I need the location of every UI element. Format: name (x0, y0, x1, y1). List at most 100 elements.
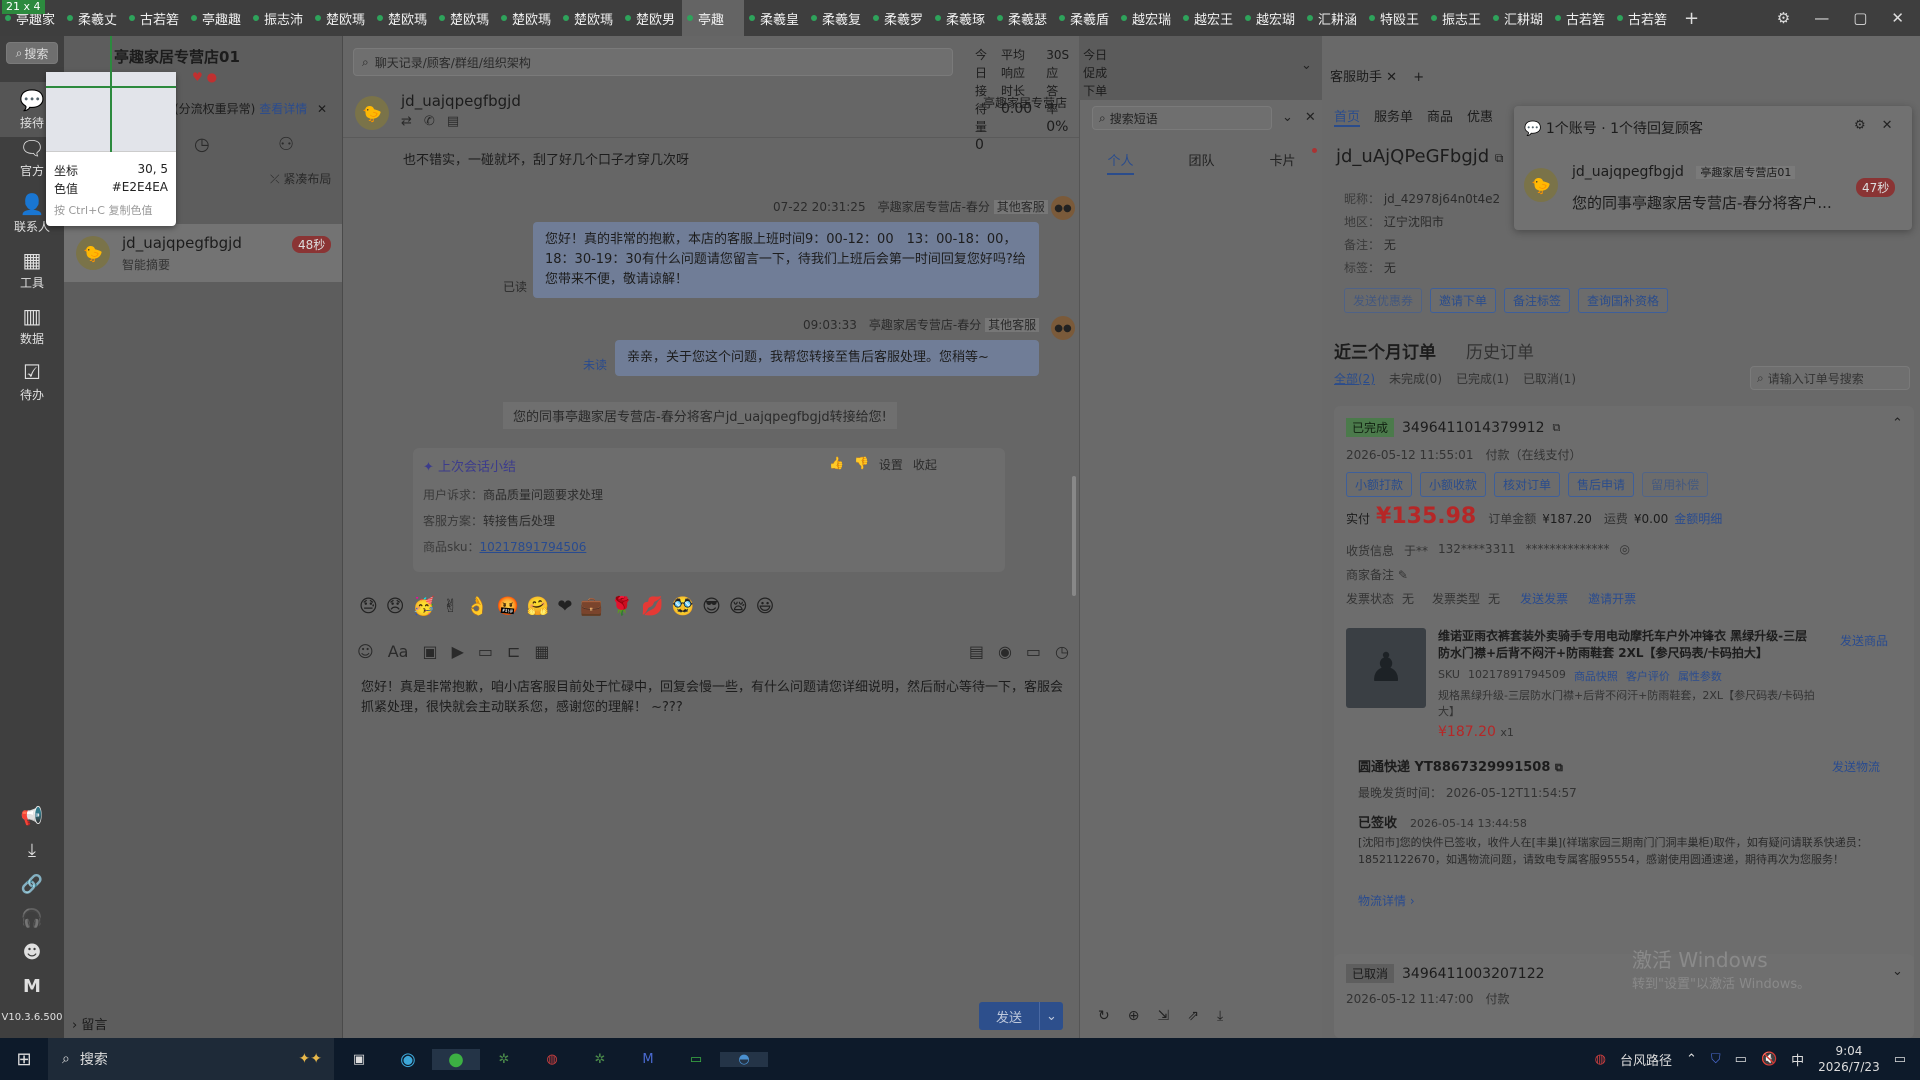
megaphone-icon[interactable]: 📢 (0, 806, 64, 827)
amount-detail-link[interactable]: 金额明细 (1674, 510, 1722, 527)
order-filter[interactable]: 已取消(1) (1523, 370, 1576, 387)
summary-settings[interactable]: 设置 (879, 456, 903, 473)
phone-icon[interactable]: ✆ (424, 114, 435, 129)
history-icon[interactable]: ◷ (194, 134, 210, 155)
app-tab[interactable]: 特殴王 (1364, 0, 1426, 36)
app-tab[interactable]: 越宏瑚 (1240, 0, 1302, 36)
close-alert-icon[interactable]: ✕ (317, 102, 327, 116)
app-tab[interactable]: 柔羲瑟 (992, 0, 1054, 36)
note-icon[interactable]: ▤ (447, 114, 459, 129)
app-m-icon[interactable]: M (624, 1052, 672, 1067)
assistant-subtab[interactable]: 首页 (1334, 106, 1361, 127)
camera-icon[interactable]: ◉ (998, 642, 1012, 661)
emoji-icon[interactable]: 🌹 (611, 596, 633, 617)
emoji-icon[interactable]: ☺ (357, 642, 374, 661)
customer-action-button[interactable]: 邀请下单 (1430, 288, 1497, 313)
order-search-input[interactable]: ⌕ 请输入订单号搜索 (1750, 366, 1910, 390)
robot-icon[interactable]: ☻ (0, 942, 64, 963)
send-button[interactable]: 发送 ⌄ (979, 1002, 1063, 1030)
app-tab[interactable]: 柔羲罗 (868, 0, 930, 36)
app-tab[interactable]: 越宏瑞 (1116, 0, 1178, 36)
m-logo-icon[interactable]: M (0, 976, 64, 997)
download-icon[interactable]: ⤓ (1217, 1008, 1223, 1024)
app-tab[interactable]: 柔羲皇 (744, 0, 806, 36)
emoji-icon[interactable]: 🤗 (527, 596, 549, 617)
app-tab[interactable]: 柔羲盾 (1054, 0, 1116, 36)
app-star-icon[interactable]: ✲ (480, 1052, 528, 1067)
send-logistics-link[interactable]: 发送物流 (1832, 758, 1880, 775)
notification-icon[interactable]: ▭ (1894, 1052, 1906, 1067)
app-tab[interactable]: 振志沛 (248, 0, 310, 36)
emoji-icon[interactable]: 🥸 (672, 596, 694, 617)
leave-message[interactable]: › 留言 (72, 1014, 107, 1033)
app-tab[interactable]: 楚欧瑪 (496, 0, 558, 36)
refresh-icon[interactable]: ↻ (1098, 1008, 1110, 1024)
global-search-input[interactable]: ⌕ 聊天记录/顾客/群组/组织架构 (353, 48, 953, 76)
customer-action-button[interactable]: 备注标签 (1504, 288, 1571, 313)
order-action-button[interactable]: 留用补偿 (1642, 472, 1709, 497)
app-tab[interactable]: 振志王 (1426, 0, 1488, 36)
calculator-icon[interactable]: ▦ (534, 642, 549, 661)
tray-up-icon[interactable]: ⌃ (1686, 1052, 1697, 1067)
app-tab[interactable]: 亭趣 (682, 0, 744, 36)
order-filter[interactable]: 已完成(1) (1456, 370, 1509, 387)
eye-icon[interactable]: ◎ (1619, 542, 1629, 559)
crop-icon[interactable]: ⊏ (507, 642, 520, 661)
app-tab[interactable]: 楚欧男 (620, 0, 682, 36)
customer-action-button[interactable]: 查询国补资格 (1578, 288, 1669, 313)
phrase-tab[interactable]: 个人 (1107, 150, 1134, 175)
emoji-icon[interactable]: 😪 (729, 596, 748, 617)
app-tab[interactable]: 古若箬 (124, 0, 186, 36)
message-input[interactable]: 您好！真是非常抱歉，咱小店客服目前处于忙碌中，回复会慢一些，有什么问题请您详细说… (361, 678, 1063, 718)
emoji-icon[interactable]: 😓 (359, 596, 378, 617)
send-product-link[interactable]: 发送商品 (1840, 632, 1888, 649)
rail-data[interactable]: ▥ 数据 (0, 304, 64, 347)
close-icon[interactable]: ✕ (1305, 110, 1316, 125)
emoji-icon[interactable]: 😞 (386, 596, 405, 617)
copy-icon[interactable]: ⧉ (1553, 421, 1561, 435)
taskbar-search[interactable]: ⌕ 搜索 ✦✦ (48, 1038, 334, 1080)
app-tab[interactable]: 亭趣趣 (186, 0, 248, 36)
edit-icon[interactable]: ✎ (1398, 568, 1408, 582)
phrase-tab[interactable]: 卡片 (1269, 150, 1295, 175)
network-icon[interactable]: ▭ (1735, 1052, 1747, 1067)
app-tab[interactable]: 柔羲丈 (62, 0, 124, 36)
app-red-icon[interactable]: ◍ (528, 1052, 576, 1067)
app-star2-icon[interactable]: ✲ (576, 1052, 624, 1067)
transfer-icon[interactable]: ⇄ (401, 114, 412, 129)
assistant-tab[interactable]: 客服助手 ✕ + (1330, 66, 1424, 85)
app-tab[interactable]: 古若箬 (1612, 0, 1674, 36)
expand-icon[interactable]: ⌄ (1892, 964, 1903, 979)
ime-indicator[interactable]: 中 (1791, 1050, 1804, 1069)
app-tab[interactable]: 汇耕瑚 (1488, 0, 1550, 36)
add-icon[interactable]: ⊕ (1128, 1008, 1140, 1024)
app-tab[interactable]: 越宏王 (1178, 0, 1240, 36)
emoji-icon[interactable]: 😃 (756, 596, 775, 617)
stats-expand-icon[interactable]: ⌄ (1301, 58, 1312, 73)
view-detail-link[interactable]: 查看详情 (259, 102, 307, 116)
order-filter[interactable]: 全部(2) (1334, 370, 1375, 387)
weather-label[interactable]: 台风路径 (1620, 1050, 1672, 1069)
emoji-icon[interactable]: 🤬 (496, 596, 518, 617)
settings-icon[interactable]: ⚙ (1777, 9, 1790, 27)
rail-search[interactable]: ⌕ 搜索 (6, 42, 58, 64)
rail-todo[interactable]: ☑ 待办 (0, 360, 64, 403)
close-window-button[interactable]: ✕ (1891, 9, 1904, 27)
maximize-button[interactable]: ▢ (1853, 9, 1867, 27)
download-icon[interactable]: ⤓ (0, 840, 64, 861)
emoji-icon[interactable]: 😎 (702, 596, 721, 617)
emoji-icon[interactable]: ✌ (443, 596, 458, 617)
video-icon[interactable]: ▶ (452, 642, 464, 661)
rail-tools[interactable]: ▦ 工具 (0, 248, 64, 291)
app-tab[interactable]: 楚欧瑪 (372, 0, 434, 36)
summary-collapse[interactable]: 收起 (913, 456, 937, 473)
minimize-button[interactable]: — (1814, 9, 1829, 27)
order-action-button[interactable]: 售后申请 (1568, 472, 1635, 497)
app-jd-icon[interactable]: ◓ (720, 1051, 768, 1067)
link-icon[interactable]: 🔗 (0, 874, 64, 895)
app-tab[interactable]: 楚欧瑪 (434, 0, 496, 36)
app-tab[interactable]: 柔羲琢 (930, 0, 992, 36)
order-action-button[interactable]: 小额收款 (1420, 472, 1487, 497)
note-icon[interactable]: ▤ (969, 642, 984, 661)
sku-link[interactable]: 10217891794506 (479, 540, 586, 554)
